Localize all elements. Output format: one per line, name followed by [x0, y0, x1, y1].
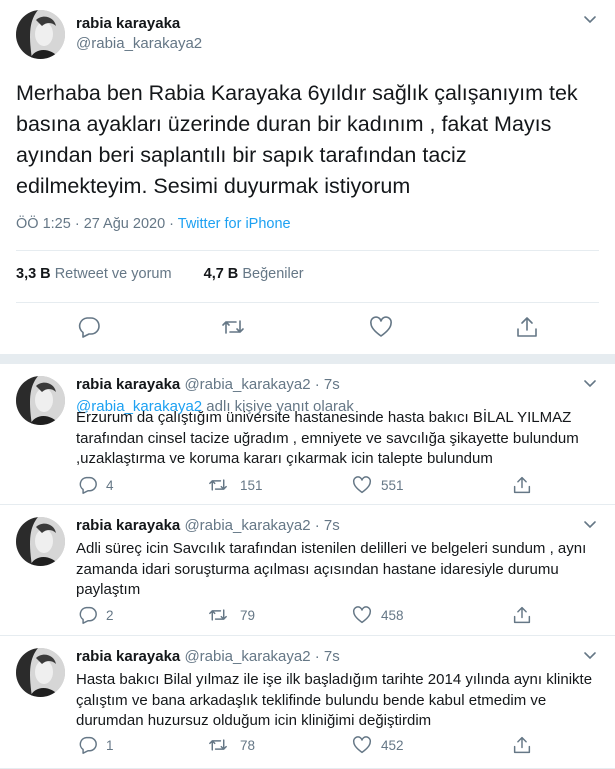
- share-icon[interactable]: [512, 476, 532, 494]
- tweet-time[interactable]: ÖÖ 1:25 · 27 Ağu 2020 ·: [16, 216, 178, 232]
- tweet-text: Merhaba ben Rabia Karayaka 6yıldır sağlı…: [16, 81, 578, 198]
- reply-text: Adli süreç icin Savcılık tarafından iste…: [76, 540, 587, 598]
- main-tweet: rabia karayaka @rabia_karakaya2 Merhaba …: [0, 0, 615, 364]
- share-icon[interactable]: [512, 736, 532, 754]
- avatar[interactable]: [16, 517, 65, 566]
- author-handle[interactable]: @rabia_karakaya2: [184, 376, 310, 393]
- author-name[interactable]: rabia karayaka: [76, 376, 180, 393]
- retweet-count-label: Retweet ve yorum: [54, 266, 172, 282]
- tweet-detail-page: rabia karayaka @rabia_karakaya2 Merhaba …: [0, 0, 615, 769]
- divider: [16, 302, 599, 303]
- reply-count: 4: [106, 478, 114, 493]
- retweet-count: 78: [240, 738, 256, 753]
- reply-icon[interactable]: [78, 736, 98, 754]
- reply-header: rabia karayaka @rabia_karakaya2 · 7s: [76, 517, 340, 534]
- avatar[interactable]: [16, 10, 65, 59]
- chevron-down-icon[interactable]: [583, 376, 597, 395]
- retweet-count: 151: [240, 478, 263, 493]
- like-count-link[interactable]: 4,7 B Beğeniler: [204, 266, 304, 282]
- chevron-down-icon[interactable]: [583, 12, 597, 26]
- tweet-stats: 3,3 B Retweet ve yorum 4,7 B Beğeniler: [16, 266, 304, 282]
- reply-icon[interactable]: [78, 476, 98, 494]
- chevron-down-icon[interactable]: [583, 517, 597, 536]
- retweet-count: 79: [240, 608, 256, 623]
- reply-time[interactable]: · 7s: [311, 376, 340, 393]
- tweet-source-link[interactable]: Twitter for iPhone: [178, 216, 291, 232]
- share-icon[interactable]: [515, 316, 539, 338]
- author-name[interactable]: rabia karayaka: [76, 15, 180, 32]
- retweet-icon[interactable]: [208, 736, 228, 754]
- reply-time[interactable]: · 7s: [311, 517, 340, 534]
- divider: [16, 250, 599, 251]
- tweet-meta: ÖÖ 1:25 · 27 Ağu 2020 · Twitter for iPho…: [16, 216, 291, 232]
- retweet-icon[interactable]: [208, 476, 228, 494]
- reply-count: 1: [106, 738, 114, 753]
- like-count: 458: [381, 608, 404, 623]
- retweet-count-link[interactable]: 3,3 B Retweet ve yorum: [16, 266, 172, 282]
- like-icon[interactable]: [352, 476, 372, 494]
- author-name[interactable]: rabia karayaka: [76, 517, 180, 534]
- like-icon[interactable]: [352, 606, 372, 624]
- reply-header: rabia karayaka @rabia_karakaya2 · 7s: [76, 648, 340, 665]
- author-handle[interactable]: @rabia_karakaya2: [76, 35, 202, 52]
- retweet-icon[interactable]: [221, 316, 245, 338]
- like-icon[interactable]: [369, 316, 393, 338]
- avatar[interactable]: [16, 376, 65, 425]
- like-count: 452: [381, 738, 404, 753]
- avatar[interactable]: [16, 648, 65, 697]
- chevron-down-icon[interactable]: [583, 648, 597, 667]
- reply-tweet[interactable]: rabia karayaka @rabia_karakaya2 · 7s Adl…: [0, 505, 615, 636]
- reply-tweet[interactable]: rabia karayaka @rabia_karakaya2 · 7s Has…: [0, 636, 615, 769]
- like-icon[interactable]: [352, 736, 372, 754]
- reply-count: 2: [106, 608, 114, 623]
- reply-text: Hasta bakıcı Bilal yılmaz ile işe ilk ba…: [76, 671, 593, 729]
- author-handle[interactable]: @rabia_karakaya2: [184, 648, 310, 665]
- like-count: 4,7 B: [203, 266, 239, 282]
- author-name[interactable]: rabia karayaka: [76, 648, 180, 665]
- reply-icon[interactable]: [78, 606, 98, 624]
- reply-tweet[interactable]: rabia karayaka @rabia_karakaya2 · 7s @ra…: [0, 364, 615, 505]
- reply-text: Erzurum da çalıştığım üniversite hastane…: [76, 409, 579, 467]
- reply-icon[interactable]: [77, 316, 101, 338]
- reply-header: rabia karayaka @rabia_karakaya2 · 7s: [76, 376, 340, 393]
- retweet-count: 3,3 B: [16, 266, 51, 282]
- retweet-icon[interactable]: [208, 606, 228, 624]
- like-count: 551: [381, 478, 404, 493]
- like-count-label: Beğeniler: [242, 266, 304, 282]
- share-icon[interactable]: [512, 606, 532, 624]
- author-handle[interactable]: @rabia_karakaya2: [184, 517, 310, 534]
- reply-time[interactable]: · 7s: [311, 648, 340, 665]
